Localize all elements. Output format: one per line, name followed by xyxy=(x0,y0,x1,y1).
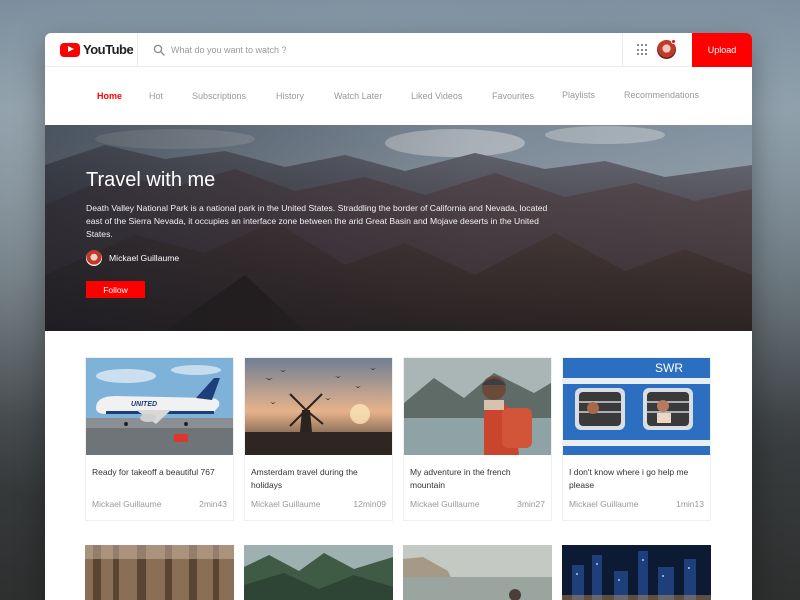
video-card[interactable]: UNITED Ready for takeoff a beautiful 767… xyxy=(85,357,234,521)
video-author[interactable]: Mickael Guillaume xyxy=(251,499,320,509)
hero-author-name[interactable]: Mickael Guillaume xyxy=(109,253,179,263)
apps-grid-icon[interactable] xyxy=(637,44,649,56)
youtube-logo[interactable]: YouTube xyxy=(60,42,134,57)
cliff-coast-thumbnail[interactable] xyxy=(403,545,552,600)
valley-thumbnail[interactable] xyxy=(244,545,393,600)
divider xyxy=(622,33,623,67)
video-title[interactable]: Ready for takeoff a beautiful 767 xyxy=(92,466,228,479)
video-card[interactable]: Amsterdam travel during the holidays Mic… xyxy=(244,357,393,521)
video-author[interactable]: Mickael Guillaume xyxy=(92,499,161,509)
top-bar: YouTube Upload xyxy=(45,33,752,67)
windmill-thumbnail[interactable] xyxy=(245,358,392,455)
train-thumbnail[interactable]: SWR xyxy=(563,358,710,455)
notification-badge xyxy=(671,39,676,44)
video-author[interactable]: Mickael Guillaume xyxy=(410,499,479,509)
hero-title: Travel with me xyxy=(86,169,216,191)
video-duration: 12min09 xyxy=(353,499,386,509)
follow-button[interactable]: Follow xyxy=(86,281,145,298)
video-card[interactable]: My adventure in the french mountain Mick… xyxy=(403,357,552,521)
nav-item-history[interactable]: History xyxy=(276,91,304,101)
nav-item-hot[interactable]: Hot xyxy=(149,91,163,101)
upload-button[interactable]: Upload xyxy=(692,33,752,67)
video-title[interactable]: Amsterdam travel during the holidays xyxy=(251,466,387,492)
svg-text:UNITED: UNITED xyxy=(131,401,157,408)
search-icon xyxy=(153,44,165,56)
nav-item-watch-later[interactable]: Watch Later xyxy=(334,91,382,101)
nav-item-playlists[interactable]: Playlists xyxy=(562,90,595,100)
airplane-thumbnail[interactable]: UNITED xyxy=(86,358,233,455)
logo-text: YouTube xyxy=(83,42,134,57)
author-avatar[interactable] xyxy=(86,250,102,266)
category-nav: Home Hot Subscriptions History Watch Lat… xyxy=(45,68,752,124)
video-title[interactable]: I don't know where i go help me please xyxy=(569,466,705,492)
nav-item-home[interactable]: Home xyxy=(97,91,122,101)
forest-thumbnail[interactable] xyxy=(85,545,234,600)
video-card[interactable]: SWR I don't know where i go help me plea… xyxy=(562,357,711,521)
hero-description: Death Valley National Park is a national… xyxy=(86,203,548,239)
youtube-play-icon xyxy=(60,42,80,57)
video-duration: 2min43 xyxy=(199,499,227,509)
hero-banner: Travel with me Death Valley National Par… xyxy=(45,125,752,331)
video-duration: 1min13 xyxy=(676,499,704,509)
train-sign-text: SWR xyxy=(655,361,683,375)
nav-item-recommendations[interactable]: Recommendations xyxy=(624,90,699,100)
divider xyxy=(137,33,138,67)
city-night-thumbnail[interactable] xyxy=(562,545,711,600)
nav-item-liked-videos[interactable]: Liked Videos xyxy=(411,91,462,101)
nav-item-favourites[interactable]: Favourites xyxy=(492,91,534,101)
nav-item-subscriptions[interactable]: Subscriptions xyxy=(192,91,246,101)
app-window: YouTube Upload Home Hot Subscriptions Hi… xyxy=(45,33,752,600)
video-duration: 3min27 xyxy=(517,499,545,509)
hiker-thumbnail[interactable] xyxy=(404,358,551,455)
video-title[interactable]: My adventure in the french mountain xyxy=(410,466,546,492)
video-author[interactable]: Mickael Guillaume xyxy=(569,499,638,509)
search-input[interactable] xyxy=(171,40,591,60)
